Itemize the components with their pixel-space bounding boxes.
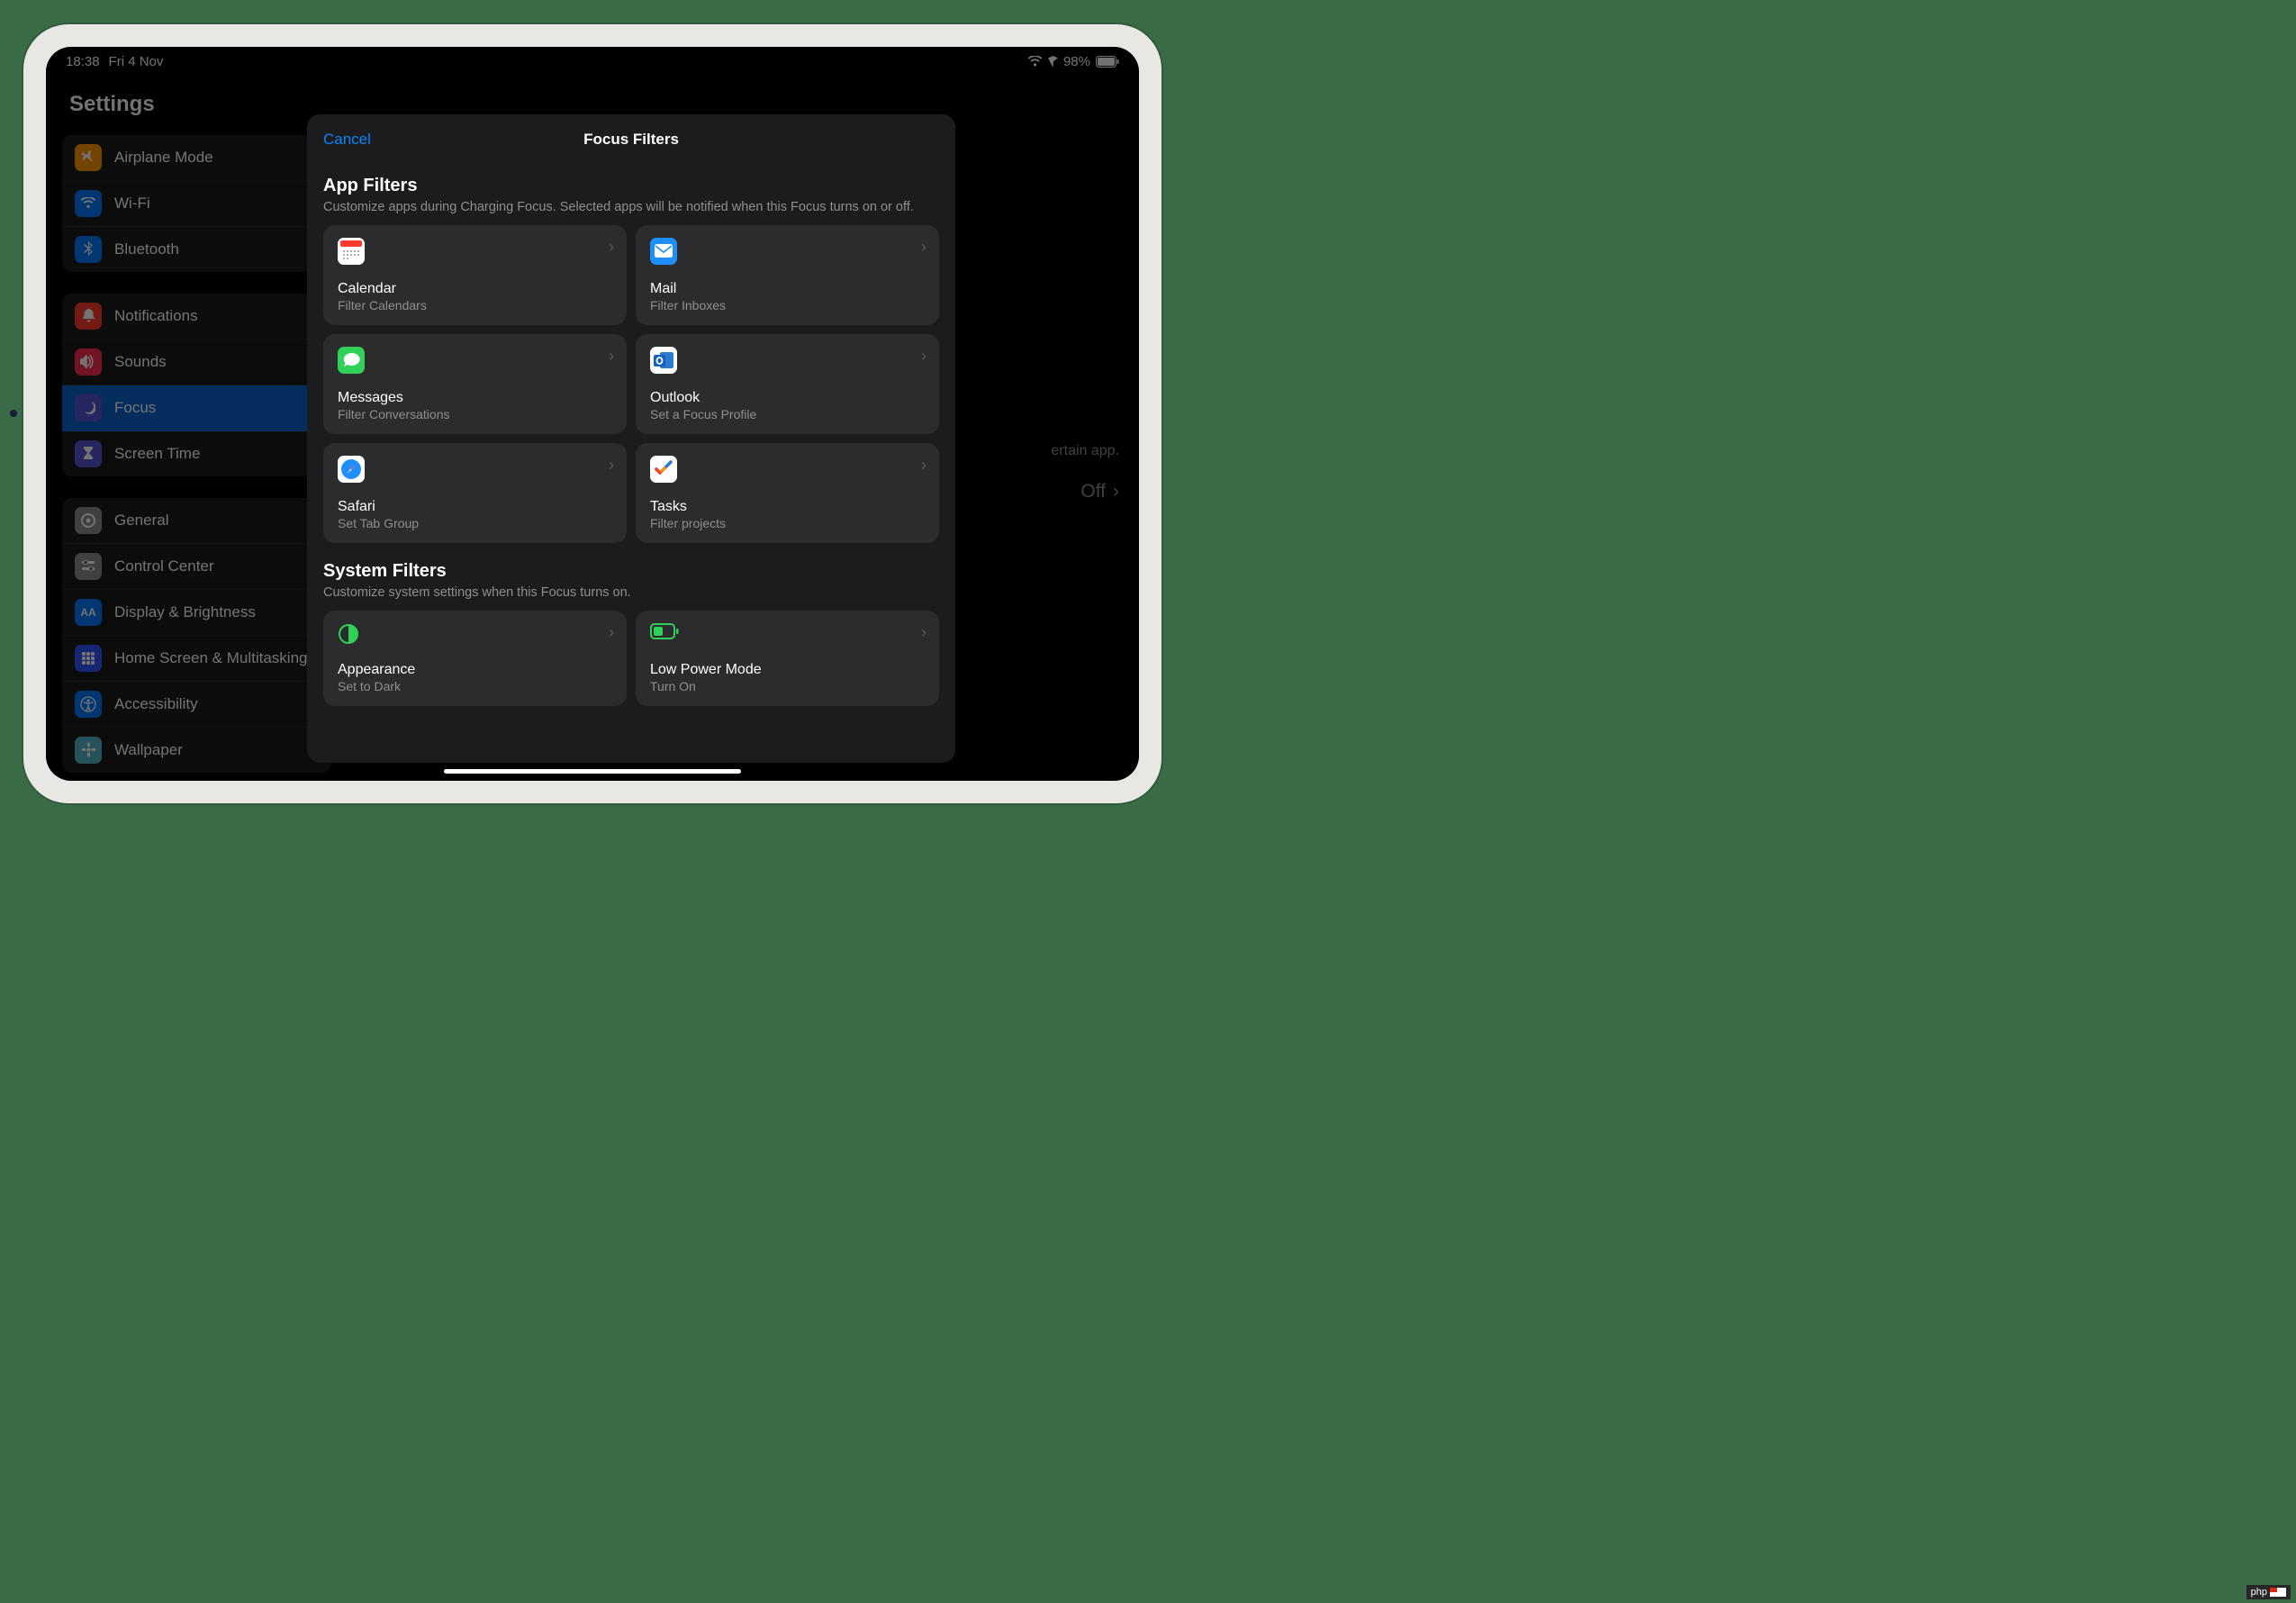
watermark-text: php [2251,1587,2267,1598]
front-camera [10,410,17,417]
system-filters-section: System Filters Customize system settings… [307,561,955,706]
card-title: Low Power Mode [650,662,925,678]
modal-header: Cancel Focus Filters [307,131,955,163]
screen: 18:38 Fri 4 Nov 98% Settings [46,47,1139,781]
system-filters-grid: › Appearance Set to Dark › Low Power Mod… [323,611,939,706]
ipad-frame: 18:38 Fri 4 Nov 98% Settings [23,24,1162,803]
card-subtitle: Filter Calendars [338,298,612,312]
card-title: Tasks [650,499,925,515]
card-subtitle: Set to Dark [338,679,612,693]
chevron-right-icon: › [921,238,927,257]
card-title: Outlook [650,390,925,406]
filter-card-appearance[interactable]: › Appearance Set to Dark [323,611,627,706]
appearance-icon [338,623,612,645]
section-subtitle: Customize system settings when this Focu… [323,585,939,600]
calendar-icon [338,238,365,265]
card-subtitle: Filter Inboxes [650,298,925,312]
filter-card-lowpower[interactable]: › Low Power Mode Turn On [636,611,939,706]
messages-icon [338,347,365,374]
focus-filters-modal: Cancel Focus Filters App Filters Customi… [307,114,955,763]
watermark-flag-icon [2270,1588,2286,1597]
card-subtitle: Turn On [650,679,925,693]
safari-icon [338,456,365,483]
card-subtitle: Set Tab Group [338,516,612,530]
mail-icon [650,238,677,265]
tasks-icon [650,456,677,483]
app-filters-grid: › Calendar Filter Calendars › Mail [323,225,939,543]
card-subtitle: Filter projects [650,516,925,530]
card-subtitle: Filter Conversations [338,407,612,421]
chevron-right-icon: › [921,456,927,475]
section-title: App Filters [323,176,939,196]
filter-card-messages[interactable]: › Messages Filter Conversations [323,334,627,434]
cancel-button[interactable]: Cancel [323,131,371,149]
card-title: Calendar [338,281,612,297]
section-subtitle: Customize apps during Charging Focus. Se… [323,200,939,214]
outlook-icon [650,347,677,374]
watermark: php [2246,1585,2291,1599]
home-indicator[interactable] [444,769,741,774]
filter-card-mail[interactable]: › Mail Filter Inboxes [636,225,939,325]
filter-card-outlook[interactable]: › Outlook Set a Focus Profile [636,334,939,434]
app-filters-section: App Filters Customize apps during Chargi… [307,176,955,543]
chevron-right-icon: › [609,456,614,475]
card-title: Safari [338,499,612,515]
chevron-right-icon: › [609,347,614,366]
card-title: Messages [338,390,612,406]
card-subtitle: Set a Focus Profile [650,407,925,421]
section-title: System Filters [323,561,939,582]
chevron-right-icon: › [921,623,927,642]
chevron-right-icon: › [609,238,614,257]
filter-card-safari[interactable]: › Safari Set Tab Group [323,443,627,543]
chevron-right-icon: › [921,347,927,366]
filter-card-calendar[interactable]: › Calendar Filter Calendars [323,225,627,325]
modal-title: Focus Filters [583,131,679,149]
card-title: Appearance [338,662,612,678]
card-title: Mail [650,281,925,297]
lowpower-icon [650,623,925,639]
chevron-right-icon: › [609,623,614,642]
filter-card-tasks[interactable]: › Tasks Filter projects [636,443,939,543]
